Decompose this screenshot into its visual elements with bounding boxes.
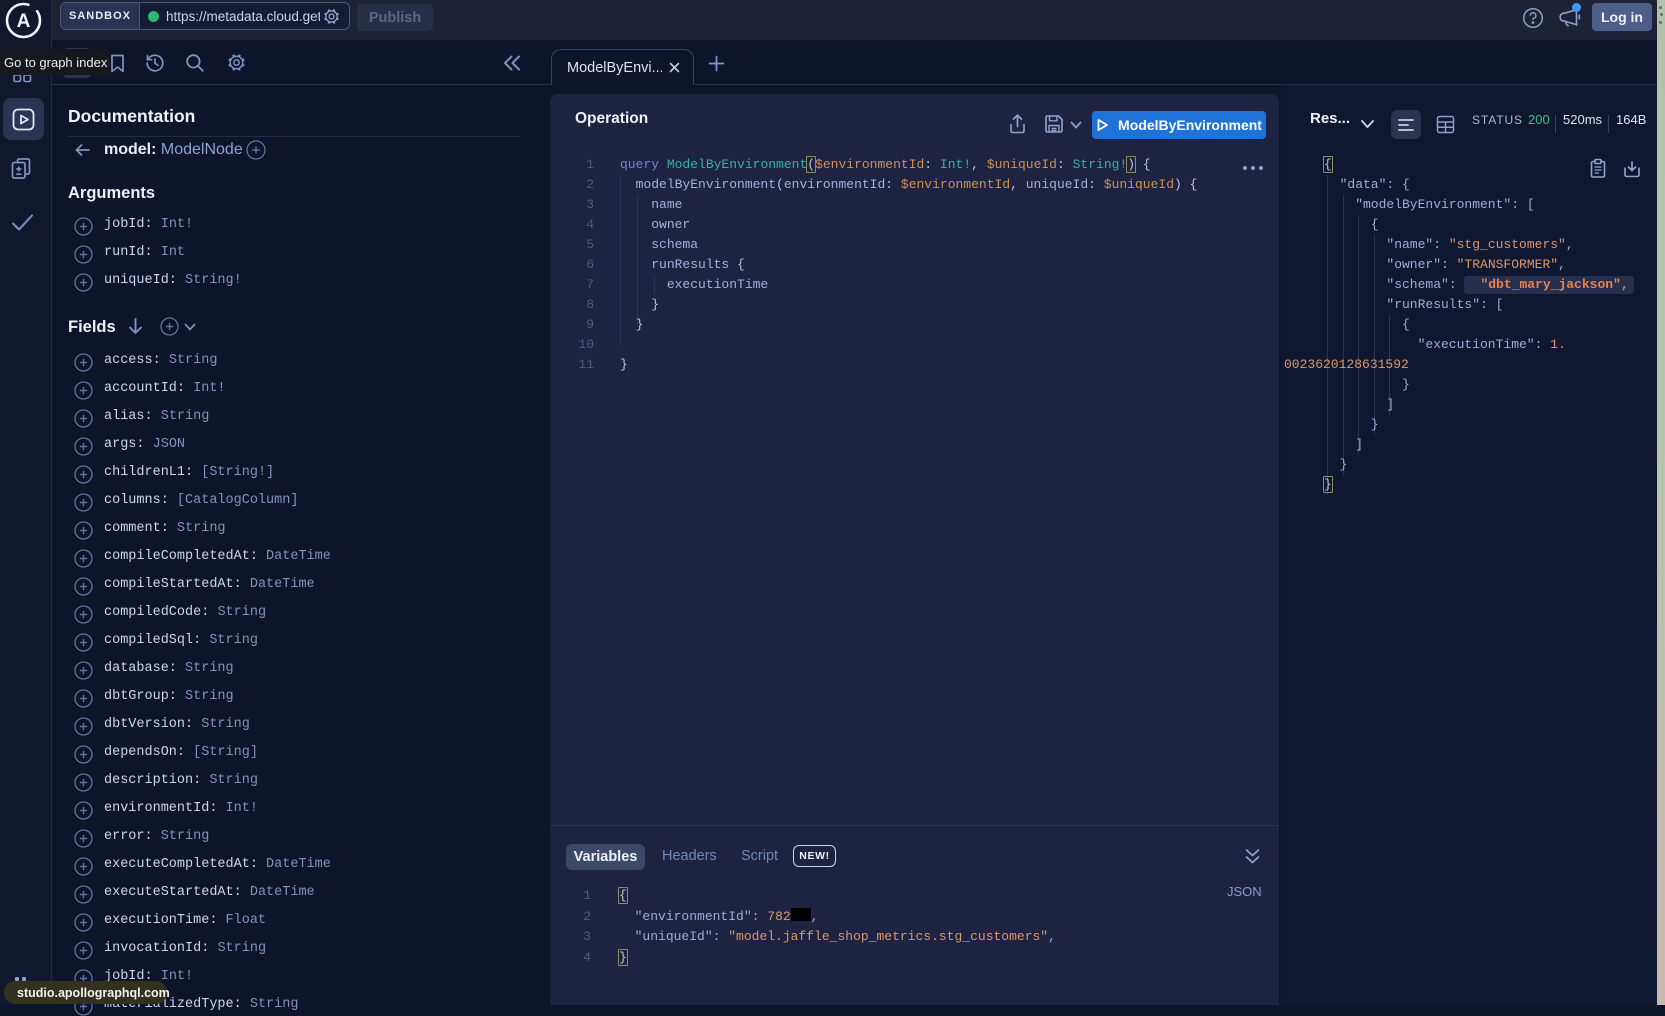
svg-text:A: A	[17, 11, 31, 32]
